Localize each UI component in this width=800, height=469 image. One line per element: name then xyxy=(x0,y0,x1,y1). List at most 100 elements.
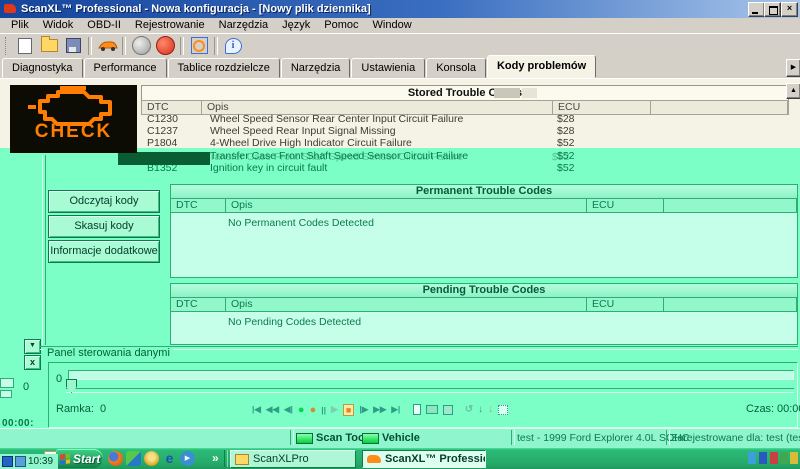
menu-item-plik[interactable]: Plik xyxy=(4,18,36,33)
clear-codes-button[interactable]: Skasuj kody problemów xyxy=(48,215,160,238)
menu-item-obd[interactable]: OBD-II xyxy=(80,18,128,33)
data-panel-title: Panel sterowania danymi xyxy=(44,347,173,360)
scroll-down-button[interactable]: ▼ xyxy=(24,339,41,354)
save-log-button[interactable] xyxy=(443,405,453,415)
table-row[interactable]: P18044-Wheel Drive High Indicator Circui… xyxy=(141,137,787,149)
menu-item-widok[interactable]: Widok xyxy=(36,18,81,33)
skip-to-end-button[interactable]: ▶| xyxy=(391,404,400,415)
save-file-button[interactable] xyxy=(61,35,85,56)
menu-item-jezyk[interactable]: Język xyxy=(275,18,317,33)
tab-diagnostyka[interactable]: Diagnostyka xyxy=(2,58,83,78)
connector-red-icon xyxy=(156,36,175,55)
column-header-ecu[interactable]: ECU xyxy=(587,199,664,212)
tray-icon[interactable] xyxy=(748,452,756,464)
quicklaunch-desktop-icon[interactable] xyxy=(144,451,159,466)
tray-icon[interactable] xyxy=(759,452,767,464)
snapshot-button[interactable] xyxy=(498,405,508,415)
undo-icon-button[interactable]: ↺ xyxy=(465,404,473,415)
close-button[interactable]: × xyxy=(781,2,798,17)
toolbar: i xyxy=(0,33,800,58)
start-button[interactable]: Start xyxy=(56,449,103,468)
quicklaunch-media-icon[interactable]: ▶ xyxy=(180,451,195,466)
read-codes-button[interactable]: Odczytaj kody problemów xyxy=(48,190,160,213)
table-row[interactable]: C1237Wheel Speed Rear Input Signal Missi… xyxy=(141,125,787,137)
tray-clock-fragment: 10:39 xyxy=(0,454,58,469)
step-back-button[interactable]: ◀| xyxy=(284,404,293,415)
about-button[interactable]: i xyxy=(221,35,245,56)
tab-scroll-right-button[interactable]: ▶ xyxy=(786,59,800,77)
minimize-button[interactable] xyxy=(748,2,765,17)
stop-button[interactable]: ■ xyxy=(343,404,354,416)
fragment-value: 0 xyxy=(23,381,29,393)
import-down-button[interactable]: ↓ xyxy=(488,404,493,415)
vehicle-info: test - 1999 Ford Explorer 4.0L SOHC xyxy=(517,430,689,446)
pause-button[interactable]: || xyxy=(321,405,326,415)
panel-close-button[interactable]: x xyxy=(24,355,41,370)
connector-gray-icon xyxy=(132,36,151,55)
time-value: 00:00 xyxy=(777,403,800,415)
disconnect-button[interactable] xyxy=(153,35,177,56)
additional-info-button[interactable]: Informacje dodatkowe xyxy=(48,240,160,263)
play-button[interactable]: ▶ xyxy=(331,404,338,415)
restore-button[interactable] xyxy=(764,2,781,17)
record-button[interactable]: ● xyxy=(298,404,305,416)
permanent-codes-header: DTC Opis ECU xyxy=(171,199,797,213)
check-engine-lamp: CHECK xyxy=(10,85,137,153)
folder-icon xyxy=(235,454,249,465)
dashboard-designer-button[interactable] xyxy=(187,35,211,56)
tray-shield-icon[interactable] xyxy=(15,456,26,467)
frame-slider-track[interactable] xyxy=(66,388,794,393)
vehicle-button[interactable] xyxy=(95,35,119,56)
quicklaunch-browser-icon[interactable] xyxy=(108,451,123,466)
statusbar-divider xyxy=(666,430,670,445)
column-header-blank[interactable] xyxy=(664,298,797,311)
scroll-up-button[interactable]: ▲ xyxy=(786,83,800,99)
stored-codes-title: Stored Trouble Codes xyxy=(141,85,789,100)
taskbar-item-scanxlpro[interactable]: ScanXLPro xyxy=(230,450,356,468)
skip-to-start-button[interactable]: |◀ xyxy=(252,404,261,415)
tab-ustawienia[interactable]: Ustawienia xyxy=(351,58,425,78)
table-row[interactable]: C1230Wheel Speed Sensor Rear Center Inpu… xyxy=(141,113,787,125)
column-header-opis[interactable]: Opis xyxy=(226,199,587,212)
export-down-button[interactable]: ↓ xyxy=(478,404,483,415)
tab-performance[interactable]: Performance xyxy=(84,58,167,78)
tab-kody-problemow[interactable]: Kody problemów xyxy=(487,55,596,78)
column-header-ecu[interactable]: ECU xyxy=(587,298,664,311)
connect-button[interactable] xyxy=(129,35,153,56)
fast-forward-button[interactable]: ▶▶ xyxy=(373,404,386,415)
slider-value: 0 xyxy=(56,373,62,385)
info-icon: i xyxy=(225,38,242,54)
tray-monitor-icon[interactable] xyxy=(2,456,13,467)
taskbar-item-scanxl-professional[interactable]: ScanXL™ Professional... xyxy=(362,450,486,468)
menu-item-window[interactable]: Window xyxy=(366,18,419,33)
menu-item-narzedzia[interactable]: Narzędzia xyxy=(212,18,276,33)
tray-volume-icon[interactable] xyxy=(790,452,798,464)
menu-item-rejestrowanie[interactable]: Rejestrowanie xyxy=(128,18,212,33)
table-row[interactable]: B1352Ignition key in circuit fault$52 xyxy=(141,162,787,174)
quicklaunch-overflow-chevron[interactable]: » xyxy=(212,451,219,465)
tray-volume-muted-icon[interactable] xyxy=(770,452,778,464)
playback-progress-bar[interactable] xyxy=(68,370,794,380)
menu-item-pomoc[interactable]: Pomoc xyxy=(317,18,365,33)
new-log-button[interactable] xyxy=(413,404,421,415)
column-header-opis[interactable]: Opis xyxy=(226,298,587,311)
marker-button[interactable]: ● xyxy=(310,404,317,416)
quicklaunch-ie-icon[interactable]: e xyxy=(162,451,177,466)
new-file-button[interactable] xyxy=(13,35,37,56)
step-forward-button[interactable]: |▶ xyxy=(359,404,368,415)
column-header-blank[interactable] xyxy=(664,199,797,212)
table-row[interactable]: P1836Transfer Case Front Shaft Speed Sen… xyxy=(141,150,787,162)
open-file-button[interactable] xyxy=(37,35,61,56)
rewind-button[interactable]: ◀◀ xyxy=(266,404,279,415)
car-icon xyxy=(97,39,118,52)
tab-tablice-rozdzielcze[interactable]: Tablice rozdzielcze xyxy=(168,58,280,78)
column-header-dtc[interactable]: DTC xyxy=(171,199,226,212)
open-log-button[interactable] xyxy=(426,405,438,414)
quicklaunch-app-icon[interactable] xyxy=(126,451,141,466)
tab-narzedzia[interactable]: Narzędzia xyxy=(281,58,351,78)
tray-icon[interactable] xyxy=(780,452,788,464)
tab-konsola[interactable]: Konsola xyxy=(426,58,486,78)
pending-codes-title: Pending Trouble Codes xyxy=(171,284,797,298)
column-header-dtc[interactable]: DTC xyxy=(171,298,226,311)
toolbar-gripper[interactable] xyxy=(5,37,10,55)
